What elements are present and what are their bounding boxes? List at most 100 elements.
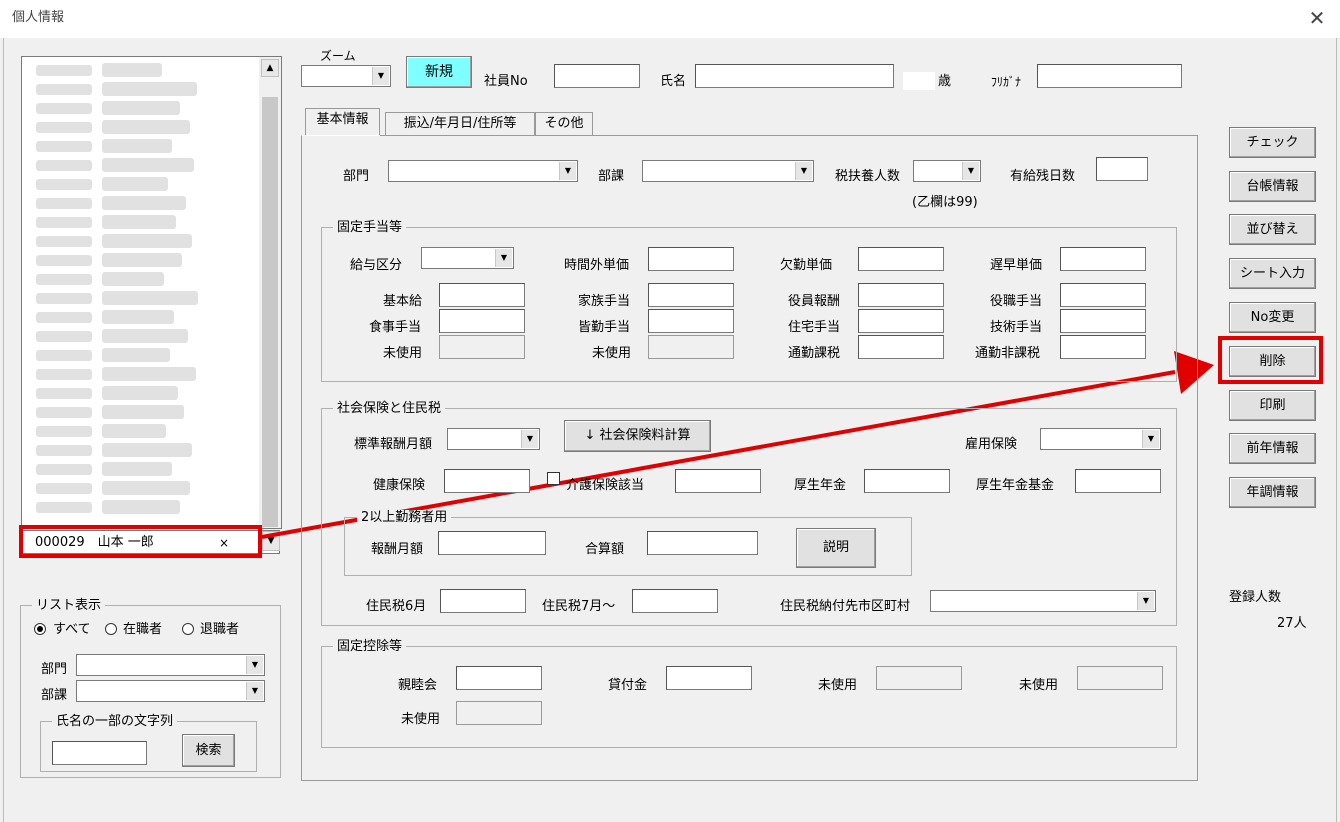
allowance-label: 技術手当: [990, 320, 1043, 335]
overtime-label: 時間外単価: [564, 258, 630, 273]
allowance-input[interactable]: [648, 283, 734, 307]
age-unit: 歳: [938, 74, 952, 89]
search-button[interactable]: 検索: [182, 734, 235, 767]
new-button[interactable]: 新規: [406, 56, 472, 88]
pension-input[interactable]: [864, 469, 950, 493]
dept-select[interactable]: ▼: [388, 160, 578, 182]
registered-label: 登録人数: [1229, 590, 1282, 605]
deduction-title: 固定控除等: [333, 639, 407, 655]
radio-dot-icon: [37, 626, 43, 632]
tab-transfer-dates-address[interactable]: 振込/年月日/住所等: [385, 112, 535, 136]
absence-label: 欠勤単価: [780, 258, 833, 273]
absence-input[interactable]: [858, 247, 944, 271]
radio-all[interactable]: [34, 623, 46, 635]
chevron-down-icon[interactable]: ▼: [246, 656, 263, 674]
list-section-select[interactable]: ▼: [76, 680, 265, 702]
allowance-label: 食事手当: [369, 320, 422, 335]
dependents-select[interactable]: ▼: [913, 160, 981, 182]
sort-button[interactable]: 並び替え: [1229, 214, 1316, 245]
chevron-down-icon[interactable]: ▼: [521, 430, 538, 448]
std-monthly-select[interactable]: ▼: [447, 428, 540, 450]
explain-button[interactable]: 説明: [796, 528, 876, 568]
pay-type-select[interactable]: ▼: [421, 247, 514, 269]
allowance-input[interactable]: [1060, 309, 1146, 333]
chevron-down-icon[interactable]: ▼: [962, 162, 979, 180]
care-checkbox[interactable]: [547, 472, 560, 485]
remun-input[interactable]: [438, 531, 546, 555]
check-button[interactable]: チェック: [1229, 127, 1316, 158]
radio-retired[interactable]: [182, 623, 194, 635]
allowance-input[interactable]: [858, 335, 944, 359]
chevron-down-icon[interactable]: ▼: [372, 67, 389, 85]
list-dept-select[interactable]: ▼: [76, 654, 265, 676]
social-input[interactable]: [456, 666, 542, 690]
overtime-input[interactable]: [648, 247, 734, 271]
radio-active-label: 在職者: [123, 622, 163, 637]
zoom-label: ズーム: [320, 49, 356, 63]
pension-label: 厚生年金: [794, 478, 847, 493]
allowance-label: 未使用: [592, 346, 632, 361]
furigana-input[interactable]: [1037, 64, 1182, 88]
allowance-input[interactable]: [648, 309, 734, 333]
total-input[interactable]: [647, 531, 758, 555]
chevron-down-icon[interactable]: ▼: [246, 682, 263, 700]
chevron-down-icon[interactable]: ▼: [1137, 592, 1154, 610]
dependents-note: (乙欄は99): [912, 195, 978, 210]
sheet-input-button[interactable]: シート入力: [1229, 258, 1316, 289]
multi-job-title: 2以上勤務者用: [357, 510, 452, 526]
resident-jun-input[interactable]: [440, 589, 526, 613]
allowance-input-disabled: [648, 335, 734, 359]
allowance-input[interactable]: [858, 283, 944, 307]
allowance-input[interactable]: [439, 283, 525, 307]
paidleave-input[interactable]: [1096, 157, 1148, 181]
remun-label: 報酬月額: [371, 542, 424, 557]
std-monthly-label: 標準報酬月額: [354, 437, 433, 452]
allowance-label: 住宅手当: [788, 320, 841, 335]
employment-select[interactable]: ▼: [1040, 428, 1161, 450]
allowance-input[interactable]: [439, 309, 525, 333]
ledger-info-button[interactable]: 台帳情報: [1229, 171, 1316, 202]
loan-input[interactable]: [666, 666, 752, 690]
total-label: 合算額: [585, 542, 625, 557]
chevron-down-icon[interactable]: ▼: [559, 162, 576, 180]
allowance-input[interactable]: [858, 309, 944, 333]
resident-jun-label: 住民税6月: [366, 599, 427, 614]
empno-input[interactable]: [554, 64, 640, 88]
year-end-button[interactable]: 年調情報: [1229, 477, 1316, 508]
deduction-group: [321, 646, 1177, 748]
resident-city-select[interactable]: ▼: [930, 590, 1156, 612]
tab-other[interactable]: その他: [535, 112, 593, 136]
resident-city-label: 住民税納付先市区町村: [780, 599, 911, 614]
list-display-title: リスト表示: [32, 598, 106, 614]
calc-insurance-button[interactable]: ↓ 社会保険料計算: [564, 420, 711, 452]
print-button[interactable]: 印刷: [1229, 390, 1316, 421]
chevron-down-icon[interactable]: ▼: [795, 162, 812, 180]
allowance-input[interactable]: [1060, 335, 1146, 359]
late-input[interactable]: [1060, 247, 1146, 271]
allowance-label: 役職手当: [990, 294, 1043, 309]
unused3-label: 未使用: [401, 712, 441, 727]
social-label: 親睦会: [398, 678, 438, 693]
search-input[interactable]: [52, 741, 147, 765]
furigana-label: ﾌﾘｶﾞﾅ: [991, 75, 1022, 89]
name-input[interactable]: [695, 64, 894, 88]
health-input[interactable]: [444, 469, 530, 493]
allowance-input[interactable]: [1060, 283, 1146, 307]
empno-label: 社員No: [484, 74, 528, 89]
chevron-down-icon[interactable]: ▼: [495, 249, 512, 267]
resident-jul-input[interactable]: [632, 589, 718, 613]
change-no-button[interactable]: No変更: [1229, 302, 1316, 333]
list-section-label: 部課: [41, 688, 68, 703]
dependents-label: 税扶養人数: [835, 169, 901, 184]
radio-active[interactable]: [105, 623, 117, 635]
tab-basic-info[interactable]: 基本情報: [305, 108, 380, 136]
prev-year-button[interactable]: 前年情報: [1229, 433, 1316, 464]
chevron-down-icon[interactable]: ▼: [1142, 430, 1159, 448]
pension-fund-input[interactable]: [1075, 469, 1161, 493]
zoom-select[interactable]: ▼: [301, 65, 391, 87]
section-select[interactable]: ▼: [642, 160, 814, 182]
unused1-input-disabled: [876, 666, 962, 690]
tab-panel-top-border: [380, 135, 1198, 136]
care-input[interactable]: [675, 469, 761, 493]
unused2-label: 未使用: [1019, 678, 1059, 693]
